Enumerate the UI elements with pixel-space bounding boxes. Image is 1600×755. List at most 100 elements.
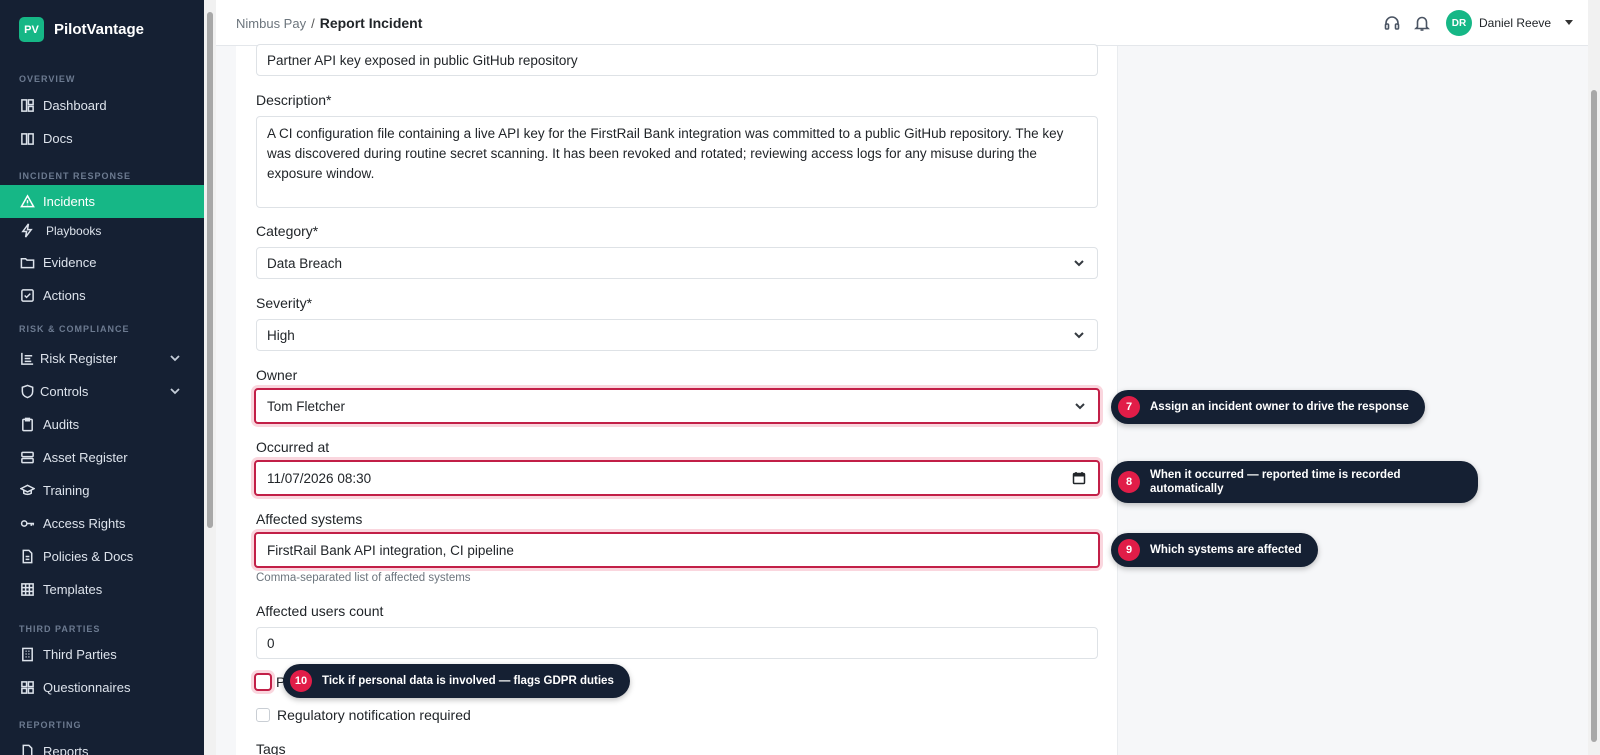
tip-text: are affected: [1233, 544, 1302, 556]
section-label-overview: OVERVIEW: [19, 74, 76, 84]
owner-select[interactable]: Tom Fletcher: [254, 388, 1100, 424]
sidebar-item-asset-register[interactable]: Asset Register: [0, 441, 204, 474]
sidebar-item-label: Playbooks: [46, 223, 102, 238]
tags-label: Tags: [256, 741, 286, 755]
checkbox-icon: [19, 288, 35, 304]
tip-text: Which: [1150, 544, 1188, 556]
title-value: Partner API key exposed in public GitHub…: [267, 52, 578, 68]
sidebar-item-label: Access Rights: [43, 516, 126, 531]
users-count-value: 0: [267, 635, 275, 651]
regulatory-notification-checkbox[interactable]: [256, 708, 270, 722]
chevron-down-icon: [1073, 329, 1085, 341]
breadcrumb: Nimbus Pay / Report Incident: [236, 15, 422, 31]
page-scrollbar[interactable]: [1588, 0, 1600, 755]
sidebar-item-policies-docs[interactable]: Policies & Docs: [0, 540, 204, 573]
description-label: Description*: [256, 92, 332, 108]
sidebar-item-audits[interactable]: Audits: [0, 408, 204, 441]
server-icon: [19, 450, 35, 466]
tip-text: Tick if: [322, 675, 359, 687]
tour-tip-occurred: 8 When it occurred — reported time is re…: [1111, 461, 1478, 503]
clipboard-icon: [19, 417, 35, 433]
chevron-down-icon: [1074, 400, 1086, 412]
bell-icon[interactable]: [1413, 14, 1431, 32]
section-label-reporting: REPORTING: [19, 720, 82, 730]
user-menu-caret-icon[interactable]: [1565, 20, 1573, 25]
page-scrollbar-thumb[interactable]: [1591, 90, 1597, 742]
breadcrumb-parent[interactable]: Nimbus Pay: [236, 16, 306, 31]
sidebar-item-templates[interactable]: Templates: [0, 573, 204, 606]
severity-label: Severity*: [256, 295, 313, 311]
sidebar: PV PilotVantage OVERVIEW Dashboard Docs …: [0, 0, 204, 755]
sidebar-scrollbar-thumb[interactable]: [207, 12, 213, 528]
headset-icon[interactable]: [1383, 14, 1401, 32]
systems-label: Affected systems: [256, 511, 363, 527]
tip-text-bold: personal data: [358, 675, 433, 687]
sidebar-item-risk-register[interactable]: Risk Register: [0, 342, 204, 375]
sidebar-item-reports[interactable]: Reports: [0, 735, 204, 755]
sidebar-item-label: Dashboard: [43, 98, 107, 113]
sidebar-item-label: Incidents: [43, 194, 96, 209]
shield-icon: [19, 384, 35, 400]
tip-step-number: 7: [1118, 396, 1140, 418]
checklist-icon: [19, 680, 35, 696]
chevron-down-icon[interactable]: [168, 351, 182, 365]
tip-text-bold: systems: [1187, 544, 1234, 556]
category-select[interactable]: Data Breach: [256, 247, 1098, 279]
brand[interactable]: PV PilotVantage: [19, 17, 144, 42]
calendar-icon[interactable]: [1072, 471, 1086, 485]
sidebar-item-evidence[interactable]: Evidence: [0, 246, 204, 279]
tip-text: is involved — flags GDPR duties: [433, 675, 614, 687]
section-label-third-parties: THIRD PARTIES: [19, 624, 101, 634]
personal-data-checkbox[interactable]: [254, 673, 272, 691]
title-input[interactable]: Partner API key exposed in public GitHub…: [256, 44, 1098, 76]
sidebar-item-playbooks[interactable]: Playbooks: [0, 214, 204, 247]
severity-select[interactable]: High: [256, 319, 1098, 351]
sidebar-item-third-parties[interactable]: Third Parties: [0, 638, 204, 671]
report-icon: [19, 744, 35, 755]
sidebar-item-controls[interactable]: Controls: [0, 375, 204, 408]
sidebar-item-questionnaires[interactable]: Questionnaires: [0, 671, 204, 704]
owner-label: Owner: [256, 367, 298, 383]
regulatory-notification-label[interactable]: Regulatory notification required: [277, 707, 471, 723]
tip-step-number: 8: [1118, 471, 1140, 493]
sidebar-item-label: Policies & Docs: [43, 549, 134, 564]
category-value: Data Breach: [267, 255, 343, 271]
tip-step-number: 9: [1118, 539, 1140, 561]
tip-text: Assign an: [1150, 401, 1209, 413]
tip-step-number: 10: [290, 670, 312, 692]
sidebar-item-label: Training: [43, 483, 90, 498]
tour-tip-systems: 9 Which systems are affected: [1111, 533, 1318, 567]
tip-text-bold: incident owner: [1208, 401, 1290, 413]
sidebar-item-label: Questionnaires: [43, 680, 131, 695]
brand-name: PilotVantage: [54, 21, 145, 38]
section-label-risk-compliance: RISK & COMPLIANCE: [19, 324, 130, 334]
sidebar-item-dashboard[interactable]: Dashboard: [0, 89, 204, 122]
sidebar-item-docs[interactable]: Docs: [0, 122, 204, 155]
sidebar-item-label: Templates: [43, 582, 103, 597]
sidebar-item-label: Evidence: [43, 255, 97, 270]
chevron-down-icon[interactable]: [168, 384, 182, 398]
grid-icon: [19, 582, 35, 598]
breadcrumb-separator: /: [311, 16, 315, 31]
avatar[interactable]: DR: [1446, 10, 1472, 36]
tip-text-bold: occurred: [1194, 469, 1244, 481]
severity-value: High: [267, 327, 295, 343]
affected-systems-input[interactable]: FirstRail Bank API integration, CI pipel…: [254, 532, 1100, 568]
sidebar-item-training[interactable]: Training: [0, 474, 204, 507]
sidebar-item-label: Actions: [43, 288, 86, 303]
sidebar-item-access-rights[interactable]: Access Rights: [0, 507, 204, 540]
sidebar-item-label: Risk Register: [40, 351, 118, 366]
user-name[interactable]: Daniel Reeve: [1479, 16, 1551, 30]
sidebar-scrollbar[interactable]: [204, 0, 216, 755]
sidebar-item-label: Asset Register: [43, 450, 128, 465]
chevron-down-icon: [1073, 257, 1085, 269]
occurred-datetime-input[interactable]: 11/07/2026 08:30: [254, 460, 1100, 496]
graduation-cap-icon: [19, 483, 35, 499]
owner-value: Tom Fletcher: [267, 398, 346, 414]
affected-users-input[interactable]: 0: [256, 627, 1098, 659]
sidebar-item-actions[interactable]: Actions: [0, 279, 204, 312]
tip-text: When it: [1150, 469, 1195, 481]
tour-tip-owner: 7 Assign an incident owner to drive the …: [1111, 390, 1425, 424]
description-textarea[interactable]: A CI configuration file containing a liv…: [256, 116, 1098, 208]
bolt-icon: [19, 223, 35, 239]
